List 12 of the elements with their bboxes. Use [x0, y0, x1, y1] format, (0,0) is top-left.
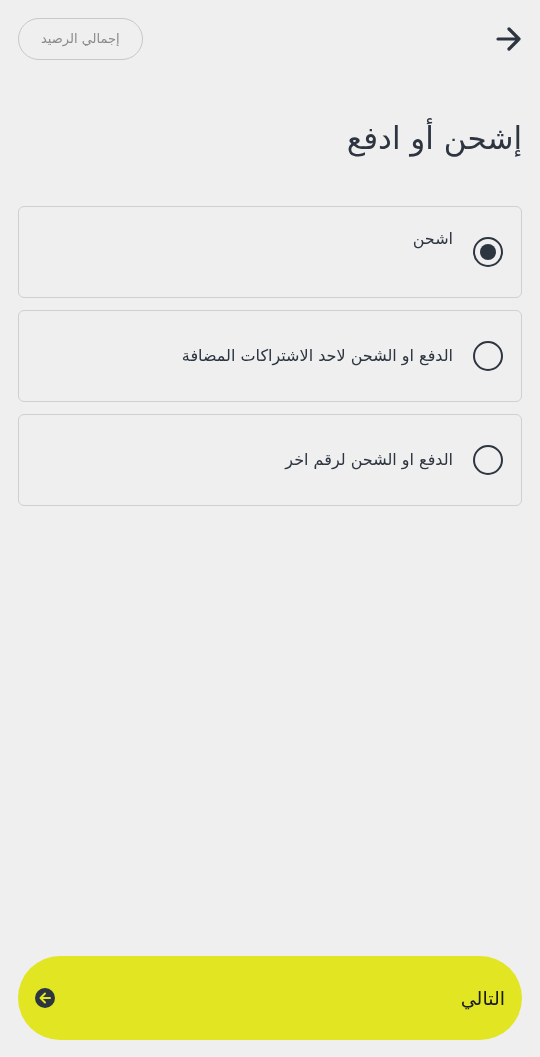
radio-button[interactable] — [473, 340, 503, 371]
radio-button[interactable] — [473, 236, 503, 267]
option-label: اشحن — [412, 227, 453, 251]
next-button[interactable]: التالي — [18, 956, 522, 1040]
option-label: الدفع او الشحن لرقم اخر — [285, 448, 453, 472]
option-card[interactable]: الدفع او الشحن لرقم اخر — [18, 413, 522, 506]
option-card[interactable]: الدفع او الشحن لاحد الاشتراكات المضافة — [18, 309, 522, 402]
page-title: إشحن أو ادفع — [345, 117, 523, 159]
option-card[interactable]: اشحن — [18, 205, 522, 298]
option-label: الدفع او الشحن لاحد الاشتراكات المضافة — [181, 344, 453, 368]
radio-button[interactable] — [473, 444, 503, 475]
arrow-icon — [496, 26, 522, 52]
